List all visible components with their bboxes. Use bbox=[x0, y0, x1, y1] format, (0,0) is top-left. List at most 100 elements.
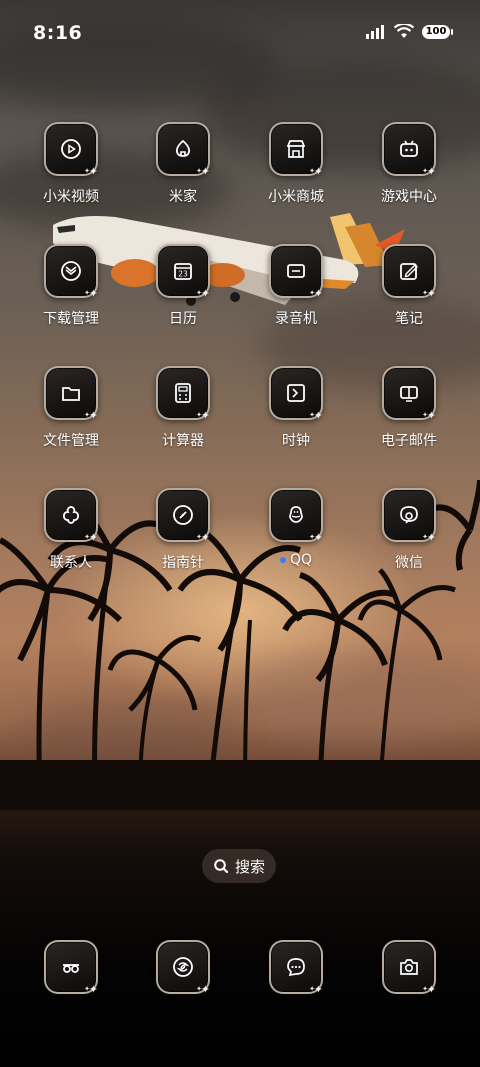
app-label: 游戏中心 bbox=[381, 189, 437, 205]
sparkle-icon: ✦ bbox=[422, 533, 428, 541]
app-tile[interactable]: ✦ ✦ bbox=[44, 488, 98, 543]
dock-browser[interactable]: ✦ ✦ bbox=[128, 940, 238, 996]
app-tile[interactable]: ✦ ✦ bbox=[44, 122, 98, 177]
app-tile[interactable]: ✦ ✦ bbox=[269, 366, 323, 422]
sparkle-icon: ✦ bbox=[84, 533, 90, 541]
app-label: 米家 bbox=[169, 189, 197, 205]
app-label: 时钟 bbox=[282, 433, 310, 449]
app-tile[interactable]: ✦ ✦ bbox=[382, 940, 436, 995]
folder-icon bbox=[62, 387, 80, 401]
app-tile[interactable]: ✦ ✦ bbox=[269, 122, 323, 178]
sparkle-icon: ✦ bbox=[196, 167, 202, 175]
app-tile[interactable]: ✦ ✦ bbox=[44, 244, 98, 299]
app-qq[interactable]: ✦ ✦ QQ bbox=[241, 488, 351, 568]
search-button[interactable]: 搜索 bbox=[202, 849, 276, 883]
app-tile[interactable]: ✦ ✦ bbox=[156, 488, 210, 544]
sparkle-icon: ✦ bbox=[422, 167, 428, 175]
sparkle-icon: ✦ bbox=[309, 167, 315, 175]
app-tile[interactable]: ✦ ✦ bbox=[156, 940, 210, 996]
wechat-icon bbox=[400, 506, 418, 524]
sparkle-icon: ✦ bbox=[309, 533, 315, 541]
app-label: 电子邮件 bbox=[381, 433, 437, 449]
status-icons: 100 bbox=[366, 24, 453, 39]
app-tile[interactable]: ✦ ✦ bbox=[382, 122, 436, 177]
app-download-manager[interactable]: ✦ ✦ 下载管理 bbox=[16, 244, 126, 328]
clock-icon bbox=[287, 384, 305, 402]
sparkle-icon: ✦ bbox=[196, 533, 202, 541]
sparkle-icon: ✦ bbox=[426, 287, 436, 300]
contacts-icon bbox=[63, 506, 79, 524]
app-tile[interactable]: ✦ ✦ bbox=[44, 366, 98, 421]
sparkle-icon: ✦ bbox=[200, 409, 210, 422]
sparkle-icon: ✦ bbox=[313, 165, 323, 178]
browser-icon bbox=[173, 957, 193, 977]
sparkle-icon: ✦ bbox=[200, 983, 210, 996]
app-tile[interactable]: ✦ ✦ bbox=[156, 366, 210, 422]
app-label: 录音机 bbox=[275, 311, 317, 327]
sparkle-icon: ✦ bbox=[313, 531, 323, 544]
search-icon bbox=[214, 859, 229, 874]
app-mijia[interactable]: ✦ ✦ 米家 bbox=[128, 122, 238, 206]
app-notes[interactable]: ✦ ✦ 笔记 bbox=[354, 244, 464, 328]
video-play-icon bbox=[61, 139, 81, 159]
app-label: 下载管理 bbox=[43, 311, 99, 327]
app-game-center[interactable]: ✦ ✦ 游戏中心 bbox=[354, 122, 464, 206]
sparkle-icon: ✦ bbox=[426, 409, 436, 422]
app-recorder[interactable]: ✦ ✦ 录音机 bbox=[241, 244, 351, 328]
app-calculator[interactable]: ✦ ✦ 计算器 bbox=[128, 366, 238, 450]
calendar-day: 23 bbox=[178, 270, 188, 279]
game-icon bbox=[400, 140, 418, 157]
sparkle-icon: ✦ bbox=[200, 287, 210, 300]
app-label: 文件管理 bbox=[43, 433, 99, 449]
app-label: 联系人 bbox=[50, 555, 92, 571]
sparkle-icon: ✦ bbox=[309, 411, 315, 419]
sparkle-icon: ✦ bbox=[309, 985, 315, 993]
app-mi-video[interactable]: ✦ ✦ 小米视频 bbox=[16, 122, 126, 206]
app-calendar[interactable]: 23 ✦ ✦ 日历 bbox=[128, 244, 238, 328]
app-tile[interactable]: ✦ ✦ bbox=[269, 244, 323, 299]
sparkle-icon: ✦ bbox=[200, 531, 210, 544]
dock-messages[interactable]: ✦ ✦ bbox=[241, 940, 351, 995]
battery-indicator: 100 bbox=[422, 24, 453, 39]
sparkle-icon: ✦ bbox=[422, 411, 428, 419]
sparkle-icon: ✦ bbox=[196, 289, 202, 297]
app-tile[interactable]: ✦ ✦ bbox=[269, 940, 323, 995]
app-tile[interactable]: ✦ ✦ bbox=[382, 488, 436, 544]
dock-camera[interactable]: ✦ ✦ bbox=[354, 940, 464, 995]
app-label: 日历 bbox=[169, 311, 197, 327]
app-file-manager[interactable]: ✦ ✦ 文件管理 bbox=[16, 366, 126, 450]
app-tile[interactable]: ✦ ✦ bbox=[382, 366, 436, 422]
app-label: 小米视频 bbox=[43, 189, 99, 205]
app-tile[interactable]: ✦ ✦ bbox=[156, 122, 210, 177]
app-email[interactable]: ✦ ✦ 电子邮件 bbox=[354, 366, 464, 450]
download-icon bbox=[61, 261, 81, 281]
app-tile[interactable]: ✦ ✦ bbox=[382, 244, 436, 300]
camera-icon bbox=[400, 959, 418, 975]
home-icon bbox=[175, 139, 191, 157]
app-tile[interactable]: ✦ ✦ bbox=[269, 488, 323, 544]
sparkle-icon: ✦ bbox=[309, 289, 315, 297]
app-label-text: QQ bbox=[289, 552, 313, 568]
app-mi-store[interactable]: ✦ ✦ 小米商城 bbox=[241, 122, 351, 206]
app-clock[interactable]: ✦ ✦ 时钟 bbox=[241, 366, 351, 450]
sparkle-icon: ✦ bbox=[196, 985, 202, 993]
wifi-icon bbox=[394, 24, 414, 38]
search-label: 搜索 bbox=[234, 857, 265, 876]
app-wechat[interactable]: ✦ ✦ 微信 bbox=[354, 488, 464, 572]
app-label: 笔记 bbox=[395, 311, 423, 327]
calendar-icon: 23 bbox=[174, 263, 192, 280]
sparkle-icon: ✦ bbox=[84, 289, 90, 297]
store-icon bbox=[286, 140, 306, 158]
sparkle-icon: ✦ bbox=[426, 531, 436, 544]
sparkle-icon: ✦ bbox=[196, 411, 202, 419]
email-icon bbox=[400, 386, 418, 402]
status-bar: 8:16 100 bbox=[0, 0, 480, 68]
app-tile[interactable]: ✦ ✦ bbox=[44, 940, 98, 995]
dock-phone[interactable]: ✦ ✦ bbox=[16, 940, 126, 995]
app-compass[interactable]: ✦ ✦ 指南针 bbox=[128, 488, 238, 572]
sparkle-icon: ✦ bbox=[313, 409, 323, 422]
app-contacts[interactable]: ✦ ✦ 联系人 bbox=[16, 488, 126, 572]
sparkle-icon: ✦ bbox=[422, 985, 428, 993]
sparkle-icon: ✦ bbox=[422, 289, 428, 297]
app-tile[interactable]: 23 ✦ ✦ bbox=[156, 244, 210, 300]
